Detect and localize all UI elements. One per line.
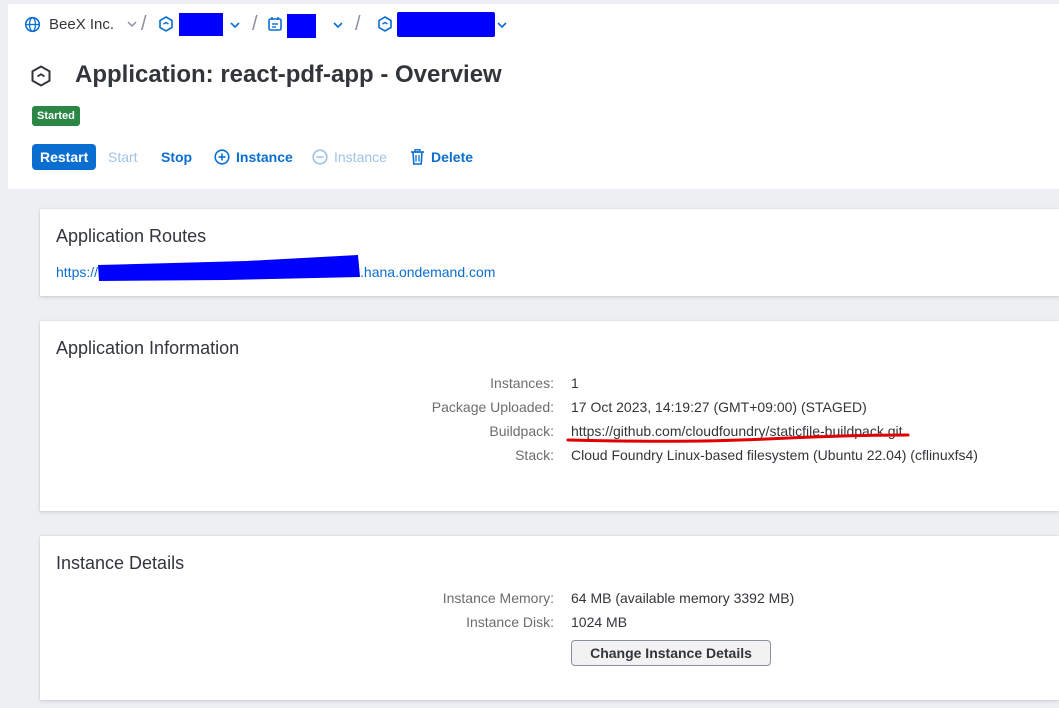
delete-button[interactable]: Delete — [410, 144, 473, 170]
add-instance-button[interactable]: Instance — [214, 144, 293, 170]
info-row-stack: Stack: Cloud Foundry Linux-based filesys… — [40, 447, 1059, 471]
redacted-breadcrumb-subaccount — [179, 13, 223, 36]
remove-instance-label: Instance — [334, 149, 387, 165]
info-value: Cloud Foundry Linux-based filesystem (Ub… — [571, 447, 978, 463]
breadcrumb-bar: BeeX Inc. / / / — [8, 4, 1059, 45]
remove-instance-button[interactable]: Instance — [312, 144, 387, 170]
delete-button-label: Delete — [431, 149, 474, 165]
breadcrumb-separator: / — [355, 13, 361, 35]
red-underline-annotation — [566, 433, 910, 443]
chevron-down-icon[interactable] — [332, 19, 344, 31]
breadcrumb-org[interactable]: BeeX Inc. — [24, 4, 138, 44]
application-information-card: Application Information Instances: 1 Pac… — [40, 321, 1059, 511]
trash-icon — [411, 149, 424, 165]
info-row-package-uploaded: Package Uploaded: 17 Oct 2023, 14:19:27 … — [40, 399, 1059, 423]
info-label: Stack: — [515, 447, 554, 463]
breadcrumb-separator: / — [252, 13, 258, 35]
route-url-prefix: https:// — [56, 264, 99, 280]
instance-value: 1024 MB — [571, 614, 628, 630]
breadcrumb-org-label: BeeX Inc. — [49, 15, 115, 33]
start-button[interactable]: Start — [108, 144, 138, 170]
instance-details-card: Instance Details Instance Memory: 64 MB … — [40, 536, 1059, 700]
info-row-instances: Instances: 1 — [40, 375, 1059, 399]
restart-button[interactable]: Restart — [32, 144, 97, 170]
globe-icon — [24, 16, 41, 32]
instance-row-disk: Instance Disk: 1024 MB — [40, 614, 1059, 638]
status-badge: Started — [32, 106, 80, 126]
stop-button[interactable]: Stop — [161, 144, 192, 170]
add-instance-label: Instance — [236, 149, 293, 165]
redacted-route-host — [98, 255, 360, 281]
chevron-down-icon[interactable] — [229, 19, 241, 31]
instance-row-memory: Instance Memory: 64 MB (available memory… — [40, 590, 1059, 614]
instance-value: 64 MB (available memory 3392 MB) — [571, 590, 795, 606]
space-icon — [159, 16, 173, 32]
route-url-suffix: .hana.ondemand.com — [360, 264, 496, 280]
chevron-down-icon[interactable] — [126, 18, 138, 30]
routes-title: Application Routes — [56, 226, 207, 246]
instance-label: Instance Memory: — [442, 590, 554, 606]
breadcrumb-separator: / — [141, 13, 147, 35]
info-value: 17 Oct 2023, 14:19:27 (GMT+09:00) (STAGE… — [571, 399, 867, 415]
start-button-label: Start — [108, 149, 138, 165]
info-label: Instances: — [490, 375, 554, 391]
instance-title: Instance Details — [56, 553, 185, 573]
restart-button-label: Restart — [40, 149, 89, 165]
info-value: 1 — [571, 375, 579, 391]
info-label: Package Uploaded: — [431, 399, 554, 415]
stop-button-label: Stop — [161, 149, 193, 165]
info-title: Application Information — [56, 338, 240, 358]
change-instance-details-button[interactable]: Change Instance Details — [571, 640, 771, 666]
remove-circle-icon — [312, 149, 328, 165]
application-icon — [31, 65, 51, 87]
application-icon — [378, 16, 392, 32]
redacted-breadcrumb-application — [397, 12, 495, 37]
calendar-icon — [268, 17, 282, 31]
application-routes-card: Application Routes https:// .hana.ondeman… — [40, 209, 1059, 296]
instance-label: Instance Disk: — [466, 614, 554, 630]
page-header: Application: react-pdf-app - Overview St… — [8, 44, 1059, 189]
info-label: Buildpack: — [489, 423, 554, 439]
chevron-down-icon[interactable] — [496, 19, 508, 31]
page-title: Application: react-pdf-app - Overview — [75, 61, 502, 88]
redacted-breadcrumb-space — [287, 14, 316, 38]
add-circle-icon — [214, 149, 230, 165]
